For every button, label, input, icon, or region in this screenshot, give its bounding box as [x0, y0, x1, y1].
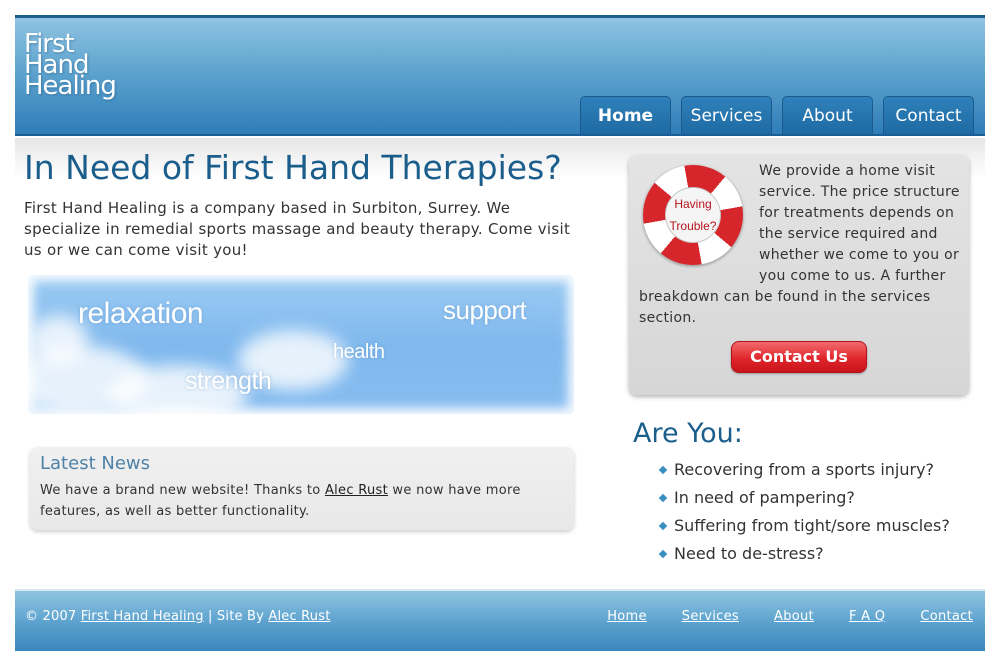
list-item-text: In need of pampering?	[674, 488, 855, 507]
list-item: Suffering from tight/sore muscles?	[658, 512, 950, 540]
copyright-text: © 2007	[25, 609, 77, 624]
footer-link-services[interactable]: Services	[682, 609, 739, 624]
footer-separator: | Site By	[203, 609, 269, 624]
are-you-heading: Are You:	[633, 418, 743, 449]
nav-tab-about[interactable]: About	[782, 96, 873, 134]
list-item-text: Need to de-stress?	[674, 544, 824, 563]
news-author-link[interactable]: Alec Rust	[325, 483, 388, 498]
bullet-icon	[658, 493, 668, 503]
nav-tab-label: Services	[690, 106, 763, 126]
banner-word-support: support	[443, 295, 527, 325]
banner-word-relaxation: relaxation	[78, 297, 204, 330]
list-item-text: Suffering from tight/sore muscles?	[674, 516, 950, 535]
list-item: Need to de-stress?	[658, 540, 950, 568]
latest-news-box: Latest News We have a brand new website!…	[30, 447, 574, 530]
contact-us-button[interactable]: Contact Us	[731, 341, 867, 373]
footer-link-about[interactable]: About	[774, 609, 814, 624]
list-item: In need of pampering?	[658, 484, 950, 512]
footer-company-link[interactable]: First Hand Healing	[81, 609, 204, 624]
intro-text: First Hand Healing is a company based in…	[24, 199, 571, 259]
nav-tab-label: Home	[597, 106, 654, 126]
footer-link-home[interactable]: Home	[607, 609, 647, 624]
bullet-icon	[658, 465, 668, 475]
header: First Hand Healing Home Services About C…	[15, 18, 985, 136]
news-title: Latest News	[40, 453, 150, 474]
news-text-before: We have a brand new website! Thanks to	[40, 483, 325, 498]
lifebuoy-icon: Having Trouble?	[643, 165, 743, 265]
page-title: In Need of First Hand Therapies?	[24, 148, 562, 187]
bullet-icon	[658, 521, 668, 531]
nav-tab-label: About	[802, 106, 853, 126]
footer-link-contact[interactable]: Contact	[920, 609, 973, 624]
nav-tab-home[interactable]: Home	[580, 96, 671, 134]
nav-tab-label: Contact	[895, 106, 962, 126]
footer-link-faq[interactable]: F A Q	[849, 609, 885, 624]
list-item-text: Recovering from a sports injury?	[674, 460, 935, 479]
footer: © 2007 First Hand Healing | Site By Alec…	[15, 589, 985, 651]
banner-word-strength: strength	[185, 367, 272, 395]
nav-tab-contact[interactable]: Contact	[883, 96, 974, 134]
bullet-icon	[658, 549, 668, 559]
having-trouble-box: We provide a home visit service. The pri…	[629, 155, 969, 395]
logo-line: Healing	[24, 71, 117, 101]
lifebuoy-label-line: Having	[674, 197, 712, 211]
news-text: We have a brand new website! Thanks to A…	[40, 480, 564, 522]
list-item: Recovering from a sports injury?	[658, 456, 950, 484]
lifebuoy-label: Having Trouble?	[665, 187, 721, 243]
footer-credits: © 2007 First Hand Healing | Site By Alec…	[25, 609, 331, 624]
lifebuoy-label-line: Trouble?	[669, 219, 717, 233]
banner-word-health: health	[333, 341, 385, 363]
banner-image: relaxation support health strength	[28, 275, 574, 414]
footer-author-link[interactable]: Alec Rust	[268, 609, 330, 624]
main-nav: Home Services About Contact	[580, 96, 974, 134]
site-logo[interactable]: First Hand Healing	[24, 31, 134, 101]
nav-tab-services[interactable]: Services	[681, 96, 772, 134]
footer-nav: Home Services About F A Q Contact	[572, 609, 973, 624]
are-you-list: Recovering from a sports injury? In need…	[658, 456, 950, 568]
